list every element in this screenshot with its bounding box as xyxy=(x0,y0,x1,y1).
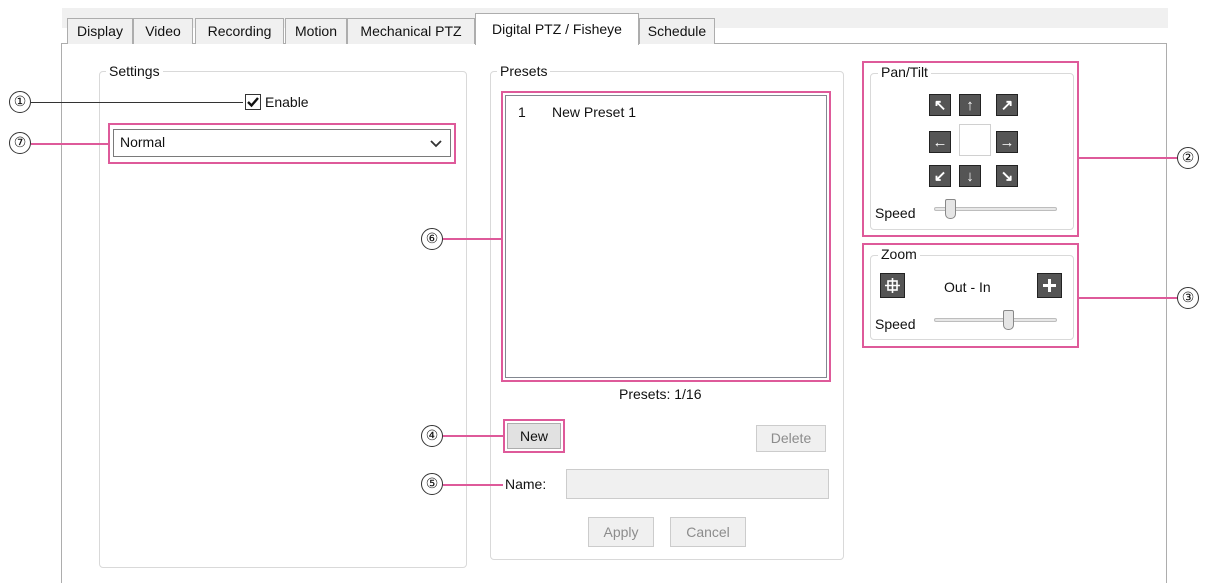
apply-button[interactable]: Apply xyxy=(588,517,654,547)
plus-icon xyxy=(1043,279,1056,292)
delete-preset-button[interactable]: Delete xyxy=(756,425,826,452)
tab-digital-ptz-fisheye[interactable]: Digital PTZ / Fisheye xyxy=(475,13,639,45)
callout-7: ⑦ xyxy=(9,132,31,154)
zoom-legend: Zoom xyxy=(878,246,920,262)
callout-7-leader xyxy=(31,143,108,145)
arrow-right-icon: → xyxy=(999,133,1015,151)
pan-tilt-legend: Pan/Tilt xyxy=(878,64,931,80)
arrow-up-icon: ↑ xyxy=(966,96,974,114)
checkmark-icon xyxy=(247,97,259,108)
zoom-range-label: Out - In xyxy=(944,279,991,295)
pan-tilt-speed-slider[interactable] xyxy=(945,199,957,219)
arrow-down-right-icon: ↘ xyxy=(1000,167,1014,185)
callout-1-leader xyxy=(31,102,243,103)
callout-5-leader xyxy=(443,484,503,486)
callout-2: ② xyxy=(1177,147,1199,169)
pan-down-right-button[interactable]: ↘ xyxy=(996,165,1018,187)
zoom-out-button[interactable] xyxy=(880,273,905,298)
chevron-down-icon xyxy=(430,140,442,148)
settings-legend: Settings xyxy=(106,63,163,79)
tab-mechanical-ptz[interactable]: Mechanical PTZ xyxy=(347,18,475,44)
callout-6-leader xyxy=(443,238,501,240)
callout-6: ⑥ xyxy=(421,228,443,250)
callout-4: ④ xyxy=(421,425,443,447)
tab-display[interactable]: Display xyxy=(67,18,133,44)
callout-2-leader xyxy=(1079,157,1178,159)
zoom-speed-label: Speed xyxy=(875,316,916,332)
callout-3-leader xyxy=(1079,297,1178,299)
pan-tilt-center-button[interactable] xyxy=(959,124,991,156)
presets-legend: Presets xyxy=(497,63,551,79)
tab-video[interactable]: Video xyxy=(133,18,193,44)
preset-list-item-name[interactable]: New Preset 1 xyxy=(552,104,636,120)
zoom-out-icon xyxy=(885,278,900,293)
tab-motion[interactable]: Motion xyxy=(285,18,347,44)
callout-4-leader xyxy=(443,435,503,437)
preset-list-item-index: 1 xyxy=(518,104,526,120)
tilt-up-button[interactable]: ↑ xyxy=(959,94,981,116)
enable-label: Enable xyxy=(265,94,309,110)
arrow-up-right-icon: ↗ xyxy=(1000,96,1014,114)
pan-up-left-button[interactable]: ↖ xyxy=(929,94,951,116)
pan-tilt-speed-label: Speed xyxy=(875,205,916,221)
tab-schedule[interactable]: Schedule xyxy=(639,18,715,44)
tilt-down-button[interactable]: ↓ xyxy=(959,165,981,187)
zoom-in-button[interactable] xyxy=(1037,273,1062,298)
arrow-left-icon: ← xyxy=(932,133,948,151)
callout-3: ③ xyxy=(1177,287,1199,309)
arrow-down-left-icon: ↙ xyxy=(933,167,947,185)
cancel-button[interactable]: Cancel xyxy=(670,517,746,547)
preset-list[interactable]: 1 New Preset 1 xyxy=(505,95,827,378)
enable-checkbox[interactable] xyxy=(245,94,261,110)
pan-down-left-button[interactable]: ↙ xyxy=(929,165,951,187)
tab-recording[interactable]: Recording xyxy=(195,18,284,44)
callout-1: ① xyxy=(9,91,31,113)
arrow-up-left-icon: ↖ xyxy=(933,96,947,114)
view-mode-select[interactable]: Normal xyxy=(113,129,451,157)
zoom-speed-track[interactable] xyxy=(934,318,1057,322)
pan-right-button[interactable]: → xyxy=(996,131,1018,153)
presets-count: Presets: 1/16 xyxy=(619,386,702,402)
preset-name-field[interactable] xyxy=(566,469,829,499)
new-preset-button[interactable]: New xyxy=(507,423,561,449)
arrow-down-icon: ↓ xyxy=(966,167,974,185)
view-mode-value: Normal xyxy=(120,134,166,150)
name-label: Name: xyxy=(505,476,547,492)
pan-up-right-button[interactable]: ↗ xyxy=(996,94,1018,116)
zoom-speed-slider[interactable] xyxy=(1003,310,1015,330)
callout-5: ⑤ xyxy=(421,473,443,495)
pan-left-button[interactable]: ← xyxy=(929,131,951,153)
